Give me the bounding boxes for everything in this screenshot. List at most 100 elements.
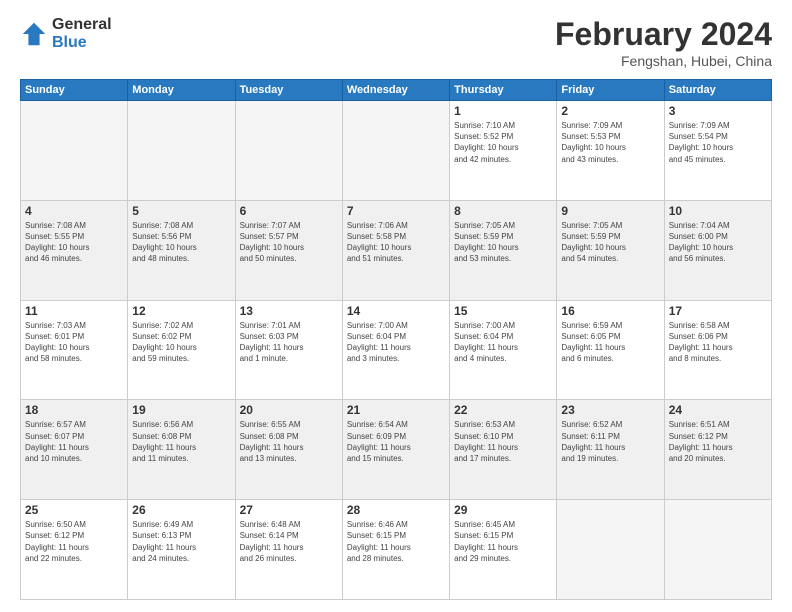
day-info: Sunrise: 7:04 AM Sunset: 6:00 PM Dayligh…	[669, 220, 767, 265]
weekday-saturday: Saturday	[664, 80, 771, 101]
day-info: Sunrise: 7:03 AM Sunset: 6:01 PM Dayligh…	[25, 320, 123, 365]
calendar-cell: 26 Sunrise: 6:49 AM Sunset: 6:13 PM Dayli…	[128, 500, 235, 600]
day-number: 7	[347, 204, 445, 218]
calendar-cell	[128, 101, 235, 201]
calendar-cell: 10Sunrise: 7:04 AM Sunset: 6:00 PM Dayli…	[664, 200, 771, 300]
day-number: 4	[25, 204, 123, 218]
calendar-table: SundayMondayTuesdayWednesdayThursdayFrid…	[20, 79, 772, 600]
location-title: Fengshan, Hubei, China	[555, 53, 772, 69]
day-number: 18	[25, 403, 123, 417]
day-info: Sunrise: 7:09 AM Sunset: 5:53 PM Dayligh…	[561, 120, 659, 165]
calendar-cell: 11 Sunrise: 7:03 AM Sunset: 6:01 PM Dayli…	[21, 300, 128, 400]
day-number: 11	[25, 304, 123, 318]
day-number: 17	[669, 304, 767, 318]
day-info: Sunrise: 7:08 AM Sunset: 5:56 PM Dayligh…	[132, 220, 230, 265]
calendar-cell: 15 Sunrise: 7:00 AM Sunset: 6:04 PM Dayli…	[450, 300, 557, 400]
weekday-header-row: SundayMondayTuesdayWednesdayThursdayFrid…	[21, 80, 772, 101]
calendar-cell	[342, 101, 449, 201]
calendar-cell: 19 Sunrise: 6:56 AM Sunset: 6:08 PM Dayli…	[128, 400, 235, 500]
day-number: 6	[240, 204, 338, 218]
day-info: Sunrise: 7:10 AM Sunset: 5:52 PM Dayligh…	[454, 120, 552, 165]
day-info: Sunrise: 6:57 AM Sunset: 6:07 PM Dayligh…	[25, 419, 123, 464]
day-number: 2	[561, 104, 659, 118]
day-number: 26	[132, 503, 230, 517]
calendar-cell: 16 Sunrise: 6:59 AM Sunset: 6:05 PM Dayli…	[557, 300, 664, 400]
day-number: 21	[347, 403, 445, 417]
logo-text: General Blue	[52, 16, 112, 52]
calendar-cell	[21, 101, 128, 201]
logo-icon	[20, 20, 48, 48]
day-info: Sunrise: 6:51 AM Sunset: 6:12 PM Dayligh…	[669, 419, 767, 464]
day-number: 15	[454, 304, 552, 318]
calendar-cell: 12 Sunrise: 7:02 AM Sunset: 6:02 PM Dayli…	[128, 300, 235, 400]
weekday-monday: Monday	[128, 80, 235, 101]
day-number: 28	[347, 503, 445, 517]
day-info: Sunrise: 7:05 AM Sunset: 5:59 PM Dayligh…	[561, 220, 659, 265]
day-number: 5	[132, 204, 230, 218]
day-info: Sunrise: 6:52 AM Sunset: 6:11 PM Dayligh…	[561, 419, 659, 464]
day-info: Sunrise: 7:07 AM Sunset: 5:57 PM Dayligh…	[240, 220, 338, 265]
day-info: Sunrise: 7:02 AM Sunset: 6:02 PM Dayligh…	[132, 320, 230, 365]
calendar-cell: 18 Sunrise: 6:57 AM Sunset: 6:07 PM Dayli…	[21, 400, 128, 500]
weekday-wednesday: Wednesday	[342, 80, 449, 101]
calendar-cell: 13 Sunrise: 7:01 AM Sunset: 6:03 PM Dayli…	[235, 300, 342, 400]
day-number: 29	[454, 503, 552, 517]
title-block: February 2024 Fengshan, Hubei, China	[555, 16, 772, 69]
calendar-cell: 14Sunrise: 7:00 AM Sunset: 6:04 PM Dayli…	[342, 300, 449, 400]
calendar-body: 1Sunrise: 7:10 AM Sunset: 5:52 PM Daylig…	[21, 101, 772, 600]
month-title: February 2024	[555, 16, 772, 53]
day-info: Sunrise: 7:05 AM Sunset: 5:59 PM Dayligh…	[454, 220, 552, 265]
day-info: Sunrise: 6:55 AM Sunset: 6:08 PM Dayligh…	[240, 419, 338, 464]
calendar-cell: 29Sunrise: 6:45 AM Sunset: 6:15 PM Dayli…	[450, 500, 557, 600]
calendar-cell	[664, 500, 771, 600]
calendar-cell: 7 Sunrise: 7:06 AM Sunset: 5:58 PM Daylig…	[342, 200, 449, 300]
day-number: 19	[132, 403, 230, 417]
weekday-sunday: Sunday	[21, 80, 128, 101]
day-info: Sunrise: 7:08 AM Sunset: 5:55 PM Dayligh…	[25, 220, 123, 265]
day-info: Sunrise: 7:09 AM Sunset: 5:54 PM Dayligh…	[669, 120, 767, 165]
day-info: Sunrise: 6:53 AM Sunset: 6:10 PM Dayligh…	[454, 419, 552, 464]
day-info: Sunrise: 7:01 AM Sunset: 6:03 PM Dayligh…	[240, 320, 338, 365]
calendar-cell: 22 Sunrise: 6:53 AM Sunset: 6:10 PM Dayli…	[450, 400, 557, 500]
calendar-week-3: 11 Sunrise: 7:03 AM Sunset: 6:01 PM Dayli…	[21, 300, 772, 400]
day-info: Sunrise: 6:46 AM Sunset: 6:15 PM Dayligh…	[347, 519, 445, 564]
day-number: 8	[454, 204, 552, 218]
calendar-cell: 21Sunrise: 6:54 AM Sunset: 6:09 PM Dayli…	[342, 400, 449, 500]
calendar-cell: 25Sunrise: 6:50 AM Sunset: 6:12 PM Dayli…	[21, 500, 128, 600]
calendar-cell: 6 Sunrise: 7:07 AM Sunset: 5:57 PM Daylig…	[235, 200, 342, 300]
day-info: Sunrise: 6:49 AM Sunset: 6:13 PM Dayligh…	[132, 519, 230, 564]
calendar-cell: 9 Sunrise: 7:05 AM Sunset: 5:59 PM Daylig…	[557, 200, 664, 300]
calendar-cell: 20 Sunrise: 6:55 AM Sunset: 6:08 PM Dayli…	[235, 400, 342, 500]
day-number: 9	[561, 204, 659, 218]
page: General Blue February 2024 Fengshan, Hub…	[0, 0, 792, 612]
day-number: 12	[132, 304, 230, 318]
day-info: Sunrise: 6:56 AM Sunset: 6:08 PM Dayligh…	[132, 419, 230, 464]
header: General Blue February 2024 Fengshan, Hub…	[20, 16, 772, 69]
calendar-cell: 4 Sunrise: 7:08 AM Sunset: 5:55 PM Daylig…	[21, 200, 128, 300]
calendar-cell: 1Sunrise: 7:10 AM Sunset: 5:52 PM Daylig…	[450, 101, 557, 201]
day-number: 25	[25, 503, 123, 517]
calendar-cell: 28 Sunrise: 6:46 AM Sunset: 6:15 PM Dayli…	[342, 500, 449, 600]
day-number: 27	[240, 503, 338, 517]
weekday-thursday: Thursday	[450, 80, 557, 101]
day-number: 22	[454, 403, 552, 417]
calendar-cell: 8 Sunrise: 7:05 AM Sunset: 5:59 PM Daylig…	[450, 200, 557, 300]
weekday-tuesday: Tuesday	[235, 80, 342, 101]
calendar-cell: 27 Sunrise: 6:48 AM Sunset: 6:14 PM Dayli…	[235, 500, 342, 600]
calendar-cell: 17Sunrise: 6:58 AM Sunset: 6:06 PM Dayli…	[664, 300, 771, 400]
calendar-cell: 2 Sunrise: 7:09 AM Sunset: 5:53 PM Daylig…	[557, 101, 664, 201]
day-number: 20	[240, 403, 338, 417]
day-number: 13	[240, 304, 338, 318]
day-info: Sunrise: 7:06 AM Sunset: 5:58 PM Dayligh…	[347, 220, 445, 265]
day-info: Sunrise: 6:59 AM Sunset: 6:05 PM Dayligh…	[561, 320, 659, 365]
day-number: 24	[669, 403, 767, 417]
calendar-week-5: 25Sunrise: 6:50 AM Sunset: 6:12 PM Dayli…	[21, 500, 772, 600]
weekday-friday: Friday	[557, 80, 664, 101]
day-info: Sunrise: 7:00 AM Sunset: 6:04 PM Dayligh…	[454, 320, 552, 365]
day-number: 16	[561, 304, 659, 318]
calendar-week-4: 18 Sunrise: 6:57 AM Sunset: 6:07 PM Dayli…	[21, 400, 772, 500]
day-number: 14	[347, 304, 445, 318]
day-number: 23	[561, 403, 659, 417]
day-info: Sunrise: 6:48 AM Sunset: 6:14 PM Dayligh…	[240, 519, 338, 564]
calendar-week-2: 4 Sunrise: 7:08 AM Sunset: 5:55 PM Daylig…	[21, 200, 772, 300]
